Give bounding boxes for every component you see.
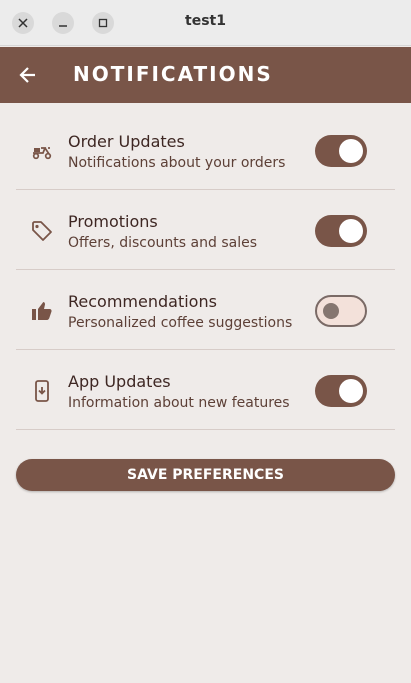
toggle-knob — [339, 219, 363, 243]
order-updates-toggle[interactable] — [315, 135, 367, 167]
setting-title: Order Updates — [68, 132, 185, 151]
setting-title: App Updates — [68, 372, 171, 391]
toggle-knob — [323, 303, 339, 319]
setting-subtitle: Notifications about your orders — [68, 155, 286, 171]
setting-title: Recommendations — [68, 292, 217, 311]
arrow-back-icon[interactable] — [14, 61, 42, 89]
window-titlebar: test1 — [0, 0, 411, 46]
window-title: test1 — [185, 13, 226, 29]
promotions-toggle[interactable] — [315, 215, 367, 247]
toggle-knob — [339, 139, 363, 163]
setting-subtitle: Information about new features — [68, 395, 290, 411]
thumb-up-icon — [30, 299, 54, 323]
tag-icon — [30, 219, 54, 243]
setting-row-promotions: Promotions Offers, discounts and sales — [16, 191, 395, 270]
toggle-knob — [339, 379, 363, 403]
app-updates-toggle[interactable] — [315, 375, 367, 407]
setting-row-order-updates: Order Updates Notifications about your o… — [16, 111, 395, 190]
notification-settings-list: Order Updates Notifications about your o… — [16, 111, 395, 431]
page-title: NOTIFICATIONS — [73, 62, 273, 86]
setting-title: Promotions — [68, 212, 158, 231]
phone-download-icon — [30, 379, 54, 403]
app-bar: NOTIFICATIONS — [0, 47, 411, 103]
save-preferences-button[interactable]: SAVE PREFERENCES — [16, 459, 395, 491]
setting-row-app-updates: App Updates Information about new featur… — [16, 351, 395, 430]
recommendations-toggle[interactable] — [315, 295, 367, 327]
setting-subtitle: Offers, discounts and sales — [68, 235, 257, 251]
setting-row-recommendations: Recommendations Personalized coffee sugg… — [16, 271, 395, 350]
setting-subtitle: Personalized coffee suggestions — [68, 315, 293, 331]
delivery-scooter-icon — [30, 139, 54, 163]
